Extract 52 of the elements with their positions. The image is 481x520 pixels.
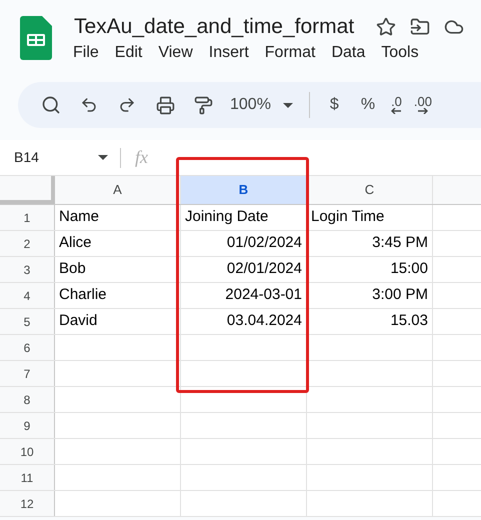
document-title[interactable]: TexAu_date_and_time_format (74, 12, 354, 42)
row-number[interactable]: 5 (0, 309, 55, 334)
table-cell-text: 02/01/2024 (226, 259, 302, 280)
table-cell-text: Alice (59, 233, 92, 254)
percent-button[interactable]: % (354, 93, 382, 117)
folder-icon[interactable] (410, 17, 430, 37)
menu-item[interactable]: Edit (114, 42, 142, 64)
row-number[interactable]: 2 (0, 231, 55, 256)
menu-item[interactable]: View (158, 42, 193, 64)
table-cell-text: 2024-03-01 (225, 285, 302, 306)
table-cell-text: Joining Date (185, 207, 268, 228)
table-cell-text: 15.03 (390, 311, 428, 332)
spreadsheet-logo-icon[interactable] (20, 16, 52, 60)
row-number[interactable]: 10 (0, 439, 55, 464)
column-header[interactable]: C (307, 176, 433, 204)
star-icon[interactable] (376, 17, 396, 37)
name-box[interactable]: B14 (0, 147, 120, 168)
table-cell-text: Bob (59, 259, 86, 280)
arrow-right-icon (418, 108, 428, 114)
row-number[interactable]: 11 (0, 465, 55, 490)
row-number[interactable]: 6 (0, 335, 55, 360)
row-number[interactable]: 9 (0, 413, 55, 438)
table-cell-text: Login Time (311, 207, 384, 228)
row-number[interactable]: 12 (0, 491, 55, 516)
column-header[interactable]: B (181, 176, 307, 204)
row-number[interactable]: 3 (0, 257, 55, 282)
table-cell-text: David (59, 311, 98, 332)
table-cell-text: 3:45 PM (372, 233, 428, 254)
caret-icon (282, 102, 293, 108)
table-cell-text: Name (59, 207, 100, 228)
zoom-dropdown[interactable]: 100% (226, 93, 297, 117)
increase-decimal-button[interactable]: .00 (412, 96, 434, 114)
menu-item[interactable]: Data (331, 42, 366, 64)
row-number[interactable]: 7 (0, 361, 55, 386)
menu-item[interactable]: File (73, 42, 99, 64)
currency-button[interactable]: $ (322, 93, 347, 117)
caret-icon (98, 155, 108, 160)
table-cell-text: Charlie (59, 285, 107, 306)
decrease-decimal-button[interactable]: .0 (389, 96, 404, 114)
table-cell-text: 3:00 PM (372, 285, 428, 306)
row-number[interactable]: 1 (0, 205, 55, 230)
arrow-left-icon (391, 108, 402, 114)
table-cell-text: 03.04.2024 (226, 311, 302, 332)
menu-item[interactable]: Insert (208, 42, 249, 64)
row-number[interactable]: 4 (0, 283, 55, 308)
menu-item[interactable]: Tools (381, 42, 419, 64)
table-cell-text: 15:00 (390, 259, 428, 280)
column-header[interactable]: A (55, 176, 181, 204)
table-cell-text: 01/02/2024 (226, 233, 302, 254)
menu-item[interactable]: Format (264, 42, 316, 64)
formula-label: fx (135, 146, 148, 169)
row-number[interactable]: 8 (0, 387, 55, 412)
